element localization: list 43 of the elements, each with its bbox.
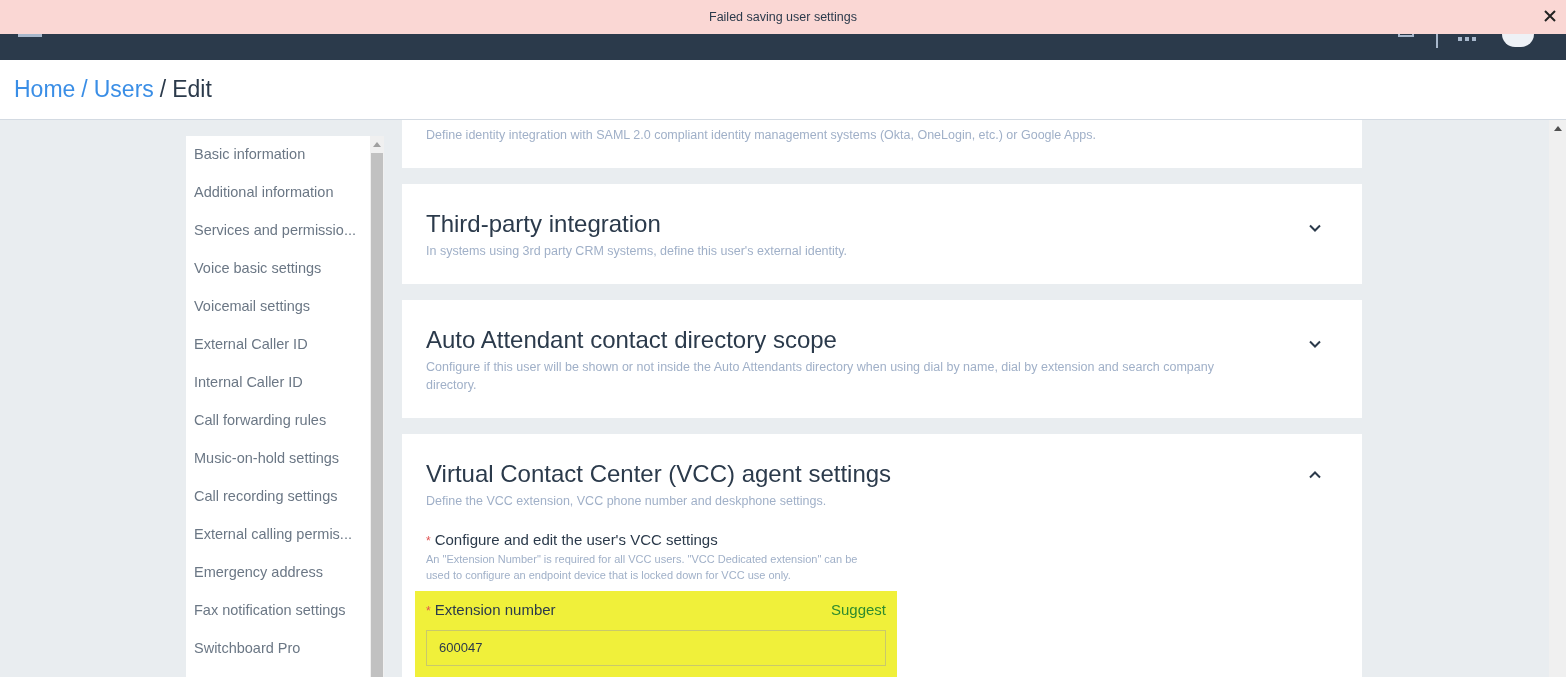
suggest-link[interactable]: Suggest <box>830 599 886 622</box>
scrollbar-thumb[interactable] <box>371 153 383 677</box>
chevron-down-icon[interactable] <box>1308 224 1322 233</box>
sidebar-item[interactable]: Call recording settings <box>186 478 370 516</box>
breadcrumb-link[interactable]: Home <box>14 72 76 107</box>
sidebar-item[interactable]: External Caller ID <box>186 326 370 364</box>
section-title: Virtual Contact Center (VCC) agent settings <box>426 459 892 489</box>
close-icon[interactable] <box>1544 10 1556 22</box>
error-message: Failed saving user settings <box>709 8 857 26</box>
sidebar-item[interactable]: Services and permissio... <box>186 212 370 250</box>
scroll-up-icon[interactable] <box>1553 126 1562 131</box>
avatar-icon[interactable] <box>1502 34 1534 47</box>
window-icon[interactable] <box>1398 34 1414 37</box>
sidebar-item[interactable]: Call forwarding rules <box>186 402 370 440</box>
chevron-down-icon[interactable] <box>1308 340 1322 349</box>
section-description: Configure if this user will be shown or not inside the Auto Attendants directory when using dial by name, dial by extension and search company directory. <box>426 359 1215 394</box>
sidebar-item[interactable]: Voice basic settings <box>186 250 370 288</box>
sidebar-item[interactable]: Music-on-hold settings <box>186 440 370 478</box>
sidebar-item[interactable]: Additional information <box>186 174 370 212</box>
extension-input[interactable]: 600047 <box>426 629 886 666</box>
section-description: Define identity integration with SAML 2.0 compliant identity management systems (Okta, OneLogin, etc.) or Google Apps. <box>426 127 1096 144</box>
field-label: * Extension number <box>426 600 556 620</box>
sidebar-item[interactable]: External calling permis... <box>186 516 370 554</box>
sidebar-item[interactable]: Voicemail settings <box>186 288 370 326</box>
breadcrumb-separator: / <box>159 75 167 105</box>
sidebar-item[interactable]: Internal Caller ID <box>186 364 370 402</box>
section-description: In systems using 3rd party CRM systems, define this user's external identity. <box>426 243 848 260</box>
sidebar-item[interactable]: Basic information <box>186 136 370 174</box>
section-description: Define the VCC extension, VCC phone number and deskphone settings. <box>426 493 828 510</box>
section-title: Third-party integration <box>426 209 662 239</box>
breadcrumb-separator: / <box>81 75 88 105</box>
sidebar-item[interactable]: Emergency address <box>186 554 370 592</box>
section-title: Auto Attendant contact directory scope <box>426 325 838 355</box>
group-label: * Configure and edit the user's VCC settings <box>426 530 719 550</box>
chevron-up-icon[interactable] <box>1308 470 1322 479</box>
breadcrumb-link[interactable]: Users <box>93 72 154 107</box>
apps-grid-icon[interactable] <box>1458 37 1476 41</box>
sidebar-scrollbar[interactable] <box>370 136 384 677</box>
sidebar-item[interactable]: Fax notification settings <box>186 592 370 630</box>
page-scrollbar[interactable] <box>1549 120 1566 677</box>
breadcrumb-current: Edit <box>172 75 212 105</box>
help-text: An "Extension Number" is required for all VCC users. "VCC Dedicated extension" can be used to configure an endpoint device that is locked down for VCC use only. <box>426 552 859 583</box>
sidebar-item[interactable]: Switchboard Pro <box>186 630 370 668</box>
